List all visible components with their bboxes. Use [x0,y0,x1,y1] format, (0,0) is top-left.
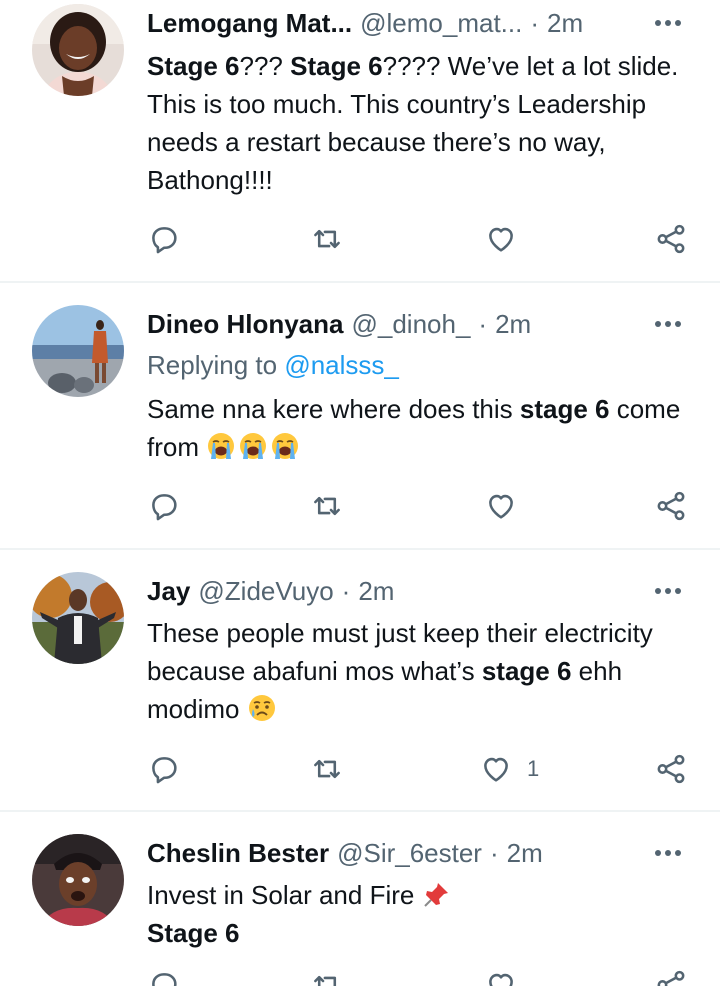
retweet-icon [314,496,340,516]
tweet-text: Invest in Solar and Fire Stage 6 [147,876,692,952]
like-button[interactable] [484,481,518,531]
tweet-text: Same nna kere where does this stage 6 co… [147,390,692,466]
bold-text: stage 6 [519,394,610,424]
tweet-actions [140,960,700,986]
more-icon[interactable] [648,3,688,43]
separator-dot: · [341,576,351,606]
loudly-crying-face-icon [208,433,235,459]
reply-button[interactable] [147,481,181,531]
pushpin-icon [423,883,448,907]
more-icon[interactable] [648,304,688,344]
loudly-crying-face-icon [272,433,299,459]
share-button[interactable] [654,744,688,794]
reply-icon [152,973,177,986]
retweet-icon [314,759,340,779]
loudly-crying-face-icon [240,433,267,459]
display-name[interactable]: Lemogang Mat... [147,3,352,43]
bold-text: stage 6 [481,656,572,686]
like-button[interactable]: 1 [479,744,539,794]
share-icon [657,491,685,521]
share-button[interactable] [654,960,688,986]
reply-button[interactable] [147,214,181,264]
reply-icon [152,757,177,784]
sad-but-relieved-face-icon [248,695,275,721]
avatar[interactable] [32,305,124,397]
tweet[interactable]: Jay @ZideVuyo · 2m These people must jus… [0,550,720,810]
avatar[interactable] [32,572,124,664]
reply-button[interactable] [147,744,181,794]
user-handle[interactable]: @_dinoh_ [351,304,470,344]
retweet-button[interactable] [310,960,344,986]
timestamp[interactable]: 2m [547,3,583,43]
separator-dot: · [478,309,488,339]
more-icon[interactable] [648,571,688,611]
tweet-header: Dineo Hlonyana @_dinoh_ · 2m [147,304,610,344]
separator-dot: · [530,8,540,38]
share-button[interactable] [654,214,688,264]
text-segment: Invest in Solar and Fire [147,880,422,910]
retweet-icon [314,975,337,986]
tweet-header: Jay @ZideVuyo · 2m [147,571,610,611]
tweet-actions: 1 [140,744,700,794]
share-icon [657,754,685,784]
retweet-button[interactable] [310,214,344,264]
heart-icon [489,973,513,986]
tweet[interactable]: Lemogang Mat... @lemo_mat... · 2m Stage … [0,0,720,282]
timestamp[interactable]: 2m [495,304,531,344]
tweet-feed: Lemogang Mat... @lemo_mat... · 2m Stage … [0,0,720,986]
timestamp[interactable]: 2m [358,571,394,611]
avatar[interactable] [32,834,124,926]
reply-icon [152,494,177,521]
replying-to: Replying to @nalsss_ [147,346,399,384]
tweet-actions [140,481,700,531]
user-handle[interactable]: @lemo_mat... [360,3,522,43]
reply-button[interactable] [147,960,181,986]
retweet-icon [314,229,340,249]
replying-to-label: Replying to [147,350,285,380]
tweet-header: Cheslin Bester @Sir_6ester · 2m [147,833,610,873]
like-count: 1 [527,756,540,781]
bold-text: Stage 6 [147,51,240,81]
more-icon[interactable] [648,833,688,873]
share-icon [657,224,685,254]
bold-text: Stage 6 [147,918,240,948]
separator-dot: · [489,838,499,868]
tweet-text: These people must just keep their electr… [147,614,692,728]
tweet[interactable]: Dineo Hlonyana @_dinoh_ · 2m Replying to… [0,283,720,548]
like-button[interactable] [484,214,518,264]
timestamp[interactable]: 2m [507,833,543,873]
user-handle[interactable]: @ZideVuyo [198,571,333,611]
like-button[interactable] [484,960,518,986]
tweet-actions [140,214,700,264]
retweet-button[interactable] [310,744,344,794]
share-button[interactable] [654,481,688,531]
user-handle[interactable]: @Sir_6ester [337,833,482,873]
avatar[interactable] [32,4,124,96]
bold-text: Stage 6 [290,51,383,81]
heart-icon [484,757,508,782]
heart-icon [489,494,513,519]
text-segment: ??? [239,51,291,81]
display-name[interactable]: Jay [147,571,190,611]
heart-icon [489,227,513,252]
display-name[interactable]: Dineo Hlonyana [147,304,343,344]
tweet[interactable]: Cheslin Bester @Sir_6ester · 2m Invest i… [0,812,720,986]
tweet-header: Lemogang Mat... @lemo_mat... · 2m [147,3,610,43]
mention-link[interactable]: @nalsss_ [284,350,399,380]
share-icon [657,970,685,986]
tweet-text: Stage 6??? Stage 6???? We’ve let a lot s… [147,47,692,199]
text-segment: Same nna kere where does this [147,394,520,424]
reply-icon [152,227,177,254]
display-name[interactable]: Cheslin Bester [147,833,329,873]
retweet-button[interactable] [310,481,344,531]
